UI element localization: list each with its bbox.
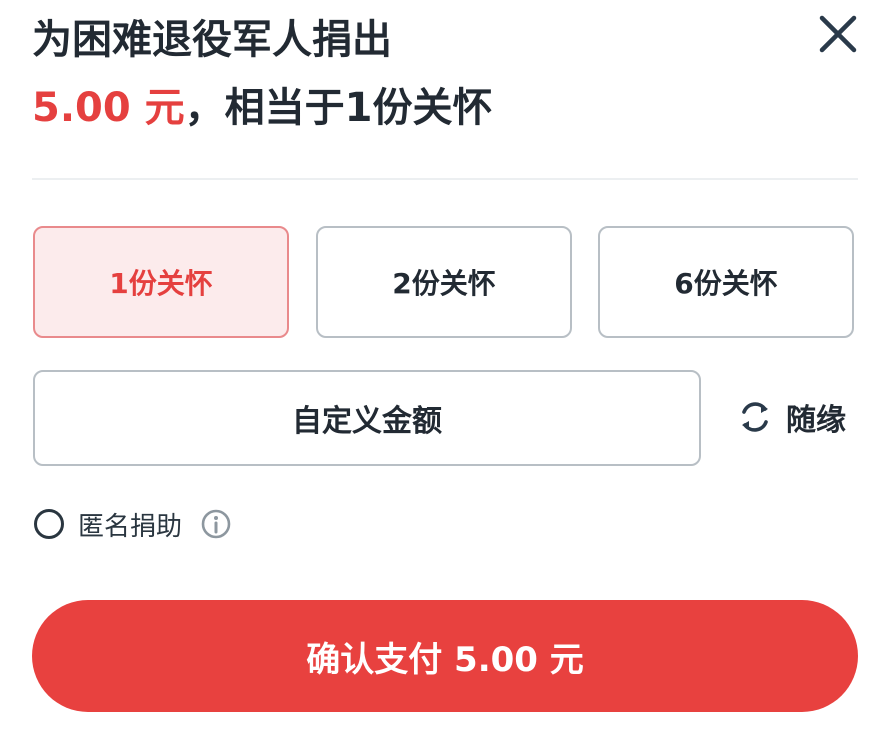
anonymous-label: 匿名捐助 <box>78 511 183 542</box>
custom-amount-button[interactable]: 自定义金额 <box>33 370 701 466</box>
option-6-care-button[interactable]: 6份关怀 <box>598 226 854 338</box>
random-amount-label: 随缘 <box>786 403 846 438</box>
option-2-care-button[interactable]: 2份关怀 <box>316 226 572 338</box>
anonymous-radio[interactable] <box>34 509 64 539</box>
donation-amount-summary: 5.00 元，相当于1份关怀 <box>32 80 492 136</box>
info-icon[interactable] <box>200 508 232 540</box>
random-amount-button[interactable]: 随缘 <box>738 392 846 442</box>
anonymous-donation-row: 匿名捐助 <box>34 506 232 542</box>
refresh-icon <box>742 402 768 432</box>
close-icon <box>819 15 857 53</box>
donation-amount: 5.00 元 <box>32 85 185 131</box>
option-1-care-button[interactable]: 1份关怀 <box>33 226 289 338</box>
donation-title: 为困难退役军人捐出 <box>32 17 392 63</box>
confirm-pay-button[interactable]: 确认支付 5.00 元 <box>32 600 858 712</box>
divider <box>32 178 858 180</box>
close-button[interactable] <box>814 10 862 58</box>
donation-amount-suffix: ，相当于1份关怀 <box>184 85 493 131</box>
